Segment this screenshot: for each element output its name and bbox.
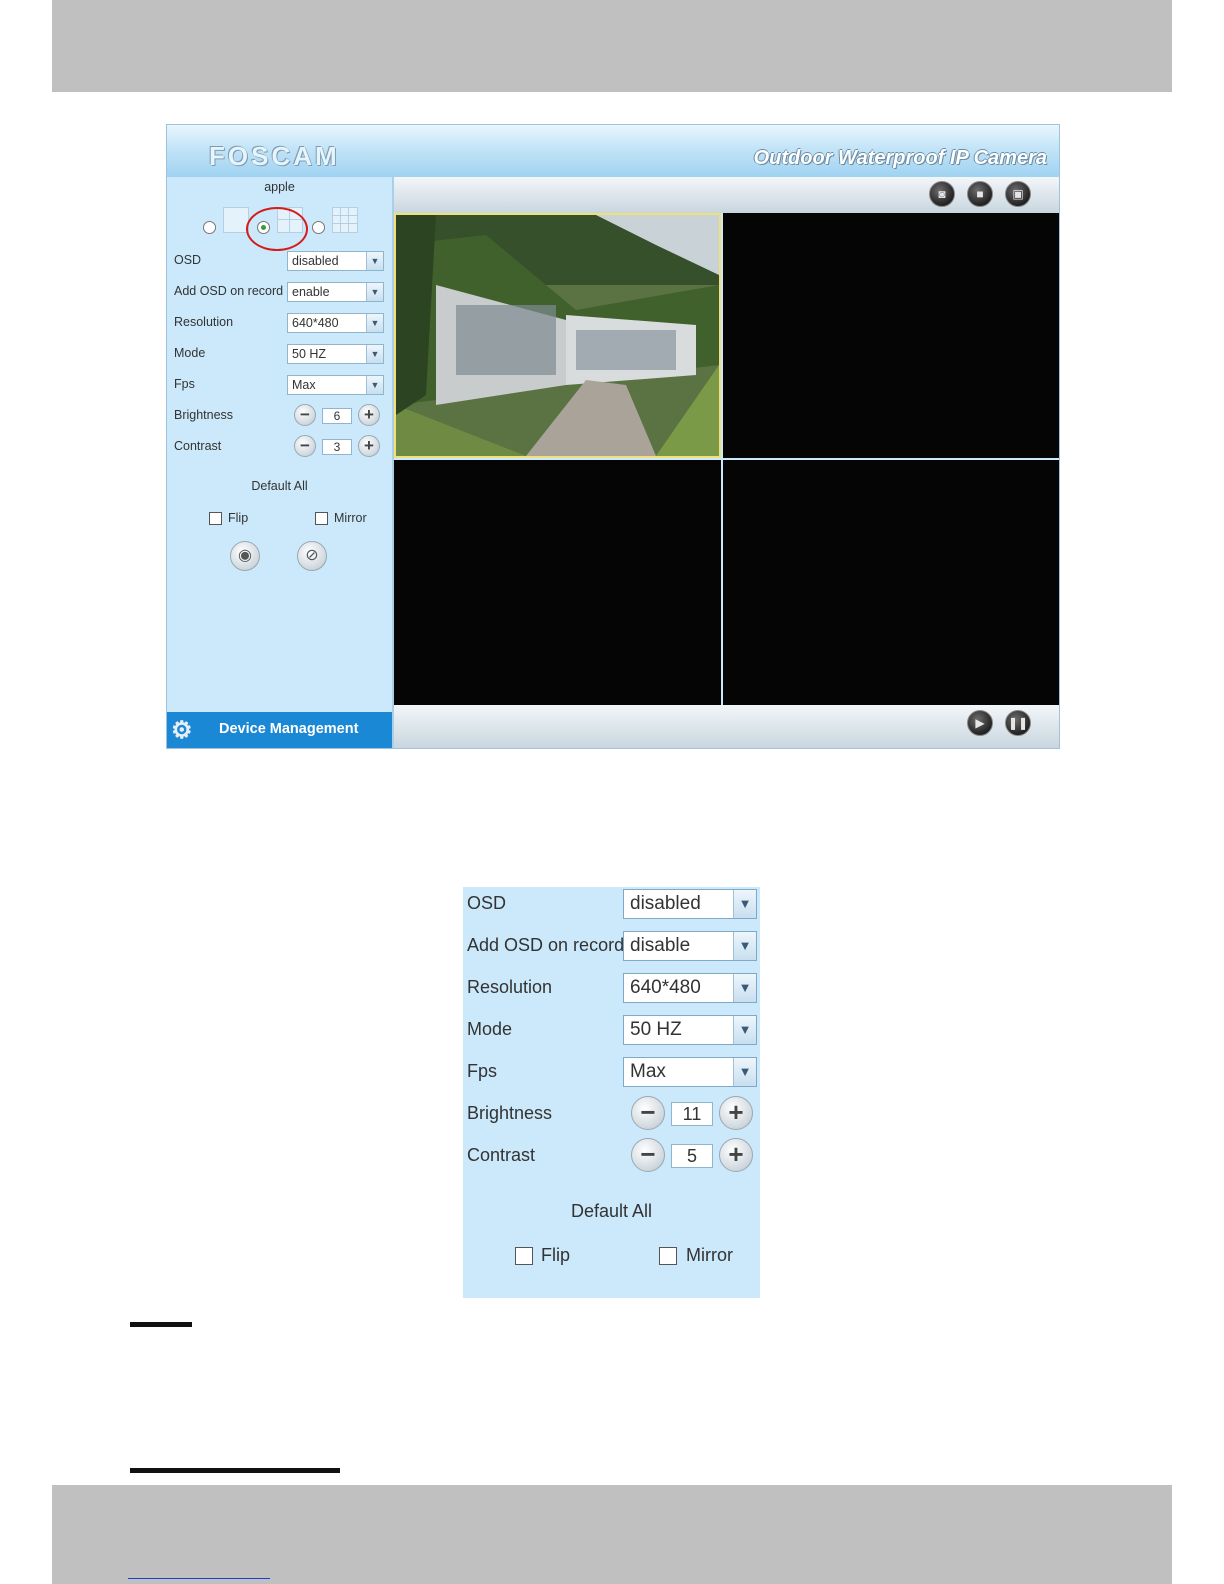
settings-sidebar: apple OSD disabled ▼ Add OSD on record en… bbox=[167, 177, 394, 748]
zoom-contrast-label: Contrast bbox=[467, 1145, 536, 1165]
zoom-brightness-minus-button[interactable]: − bbox=[631, 1096, 665, 1130]
gear-icon: ⚙ bbox=[171, 717, 193, 744]
zoom-add-osd-select[interactable]: disable ▼ bbox=[623, 931, 757, 961]
fps-label: Fps bbox=[174, 377, 195, 391]
video-toolbar-top: ◙ ■ ▣ bbox=[394, 177, 1059, 213]
record-icon[interactable]: ■ bbox=[967, 181, 993, 207]
chevron-down-icon: ▼ bbox=[733, 974, 756, 1002]
mirror-label: Mirror bbox=[334, 511, 367, 525]
zoom-flip-checkbox[interactable] bbox=[515, 1247, 533, 1265]
chevron-down-icon: ▼ bbox=[733, 1058, 756, 1086]
layout-9-icon bbox=[332, 207, 358, 233]
osd-label: OSD bbox=[174, 253, 202, 267]
mode-label: Mode bbox=[174, 346, 206, 360]
chevron-down-icon: ▼ bbox=[733, 1016, 756, 1044]
camera-web-ui: FOSCAM Outdoor Waterproof IP Camera appl… bbox=[166, 124, 1060, 749]
brightness-label: Brightness bbox=[174, 408, 234, 422]
chevron-down-icon: ▼ bbox=[366, 252, 383, 270]
zoom-fps-value: Max bbox=[630, 1061, 666, 1082]
add-osd-label: Add OSD on record bbox=[174, 284, 284, 298]
video-pane-4[interactable] bbox=[723, 460, 1059, 705]
zoom-contrast-plus-button[interactable]: + bbox=[719, 1138, 753, 1172]
chevron-down-icon: ▼ bbox=[733, 932, 756, 960]
zoom-default-all-button[interactable]: Default All bbox=[463, 1201, 760, 1222]
flip-checkbox[interactable] bbox=[209, 512, 222, 525]
zoom-add-osd-value: disable bbox=[630, 935, 691, 956]
brightness-minus-button[interactable]: − bbox=[294, 404, 316, 426]
brightness-plus-button[interactable]: + bbox=[358, 404, 380, 426]
add-osd-value: enable bbox=[292, 285, 330, 299]
chevron-down-icon: ▼ bbox=[733, 890, 756, 918]
device-name: apple bbox=[264, 180, 295, 194]
zoom-mode-value: 50 HZ bbox=[630, 1019, 682, 1040]
pause-icon[interactable]: ❚❚ bbox=[1005, 710, 1031, 736]
zoom-brightness-label: Brightness bbox=[467, 1103, 553, 1123]
video-pane-3[interactable] bbox=[394, 460, 721, 705]
fps-select[interactable]: Max ▼ bbox=[287, 375, 384, 395]
zoomed-settings-panel: OSD disabled ▼ Add OSD on record disable ▼… bbox=[463, 887, 760, 1298]
zoom-osd-select[interactable]: disabled ▼ bbox=[623, 889, 757, 919]
zoom-osd-label: OSD bbox=[467, 893, 507, 913]
page-header-band bbox=[52, 0, 1172, 92]
eye-closed-icon[interactable]: ⊘ bbox=[297, 541, 327, 571]
zoom-resolution-value: 640*480 bbox=[630, 977, 701, 998]
device-management-label: Device Management bbox=[219, 721, 359, 737]
layout-1-radio[interactable] bbox=[203, 221, 216, 234]
osd-value: disabled bbox=[292, 254, 339, 268]
resolution-label: Resolution bbox=[174, 315, 234, 329]
zoom-resolution-select[interactable]: 640*480 ▼ bbox=[623, 973, 757, 1003]
resolution-select[interactable]: 640*480 ▼ bbox=[287, 313, 384, 333]
chevron-down-icon: ▼ bbox=[366, 283, 383, 301]
video-toolbar-bottom: ▶ ❚❚ bbox=[394, 705, 1059, 748]
zoom-brightness-value[interactable]: 11 bbox=[671, 1102, 713, 1126]
chevron-down-icon: ▼ bbox=[366, 314, 383, 332]
zoom-contrast-minus-button[interactable]: − bbox=[631, 1138, 665, 1172]
zoom-mode-label: Mode bbox=[467, 1019, 513, 1039]
mode-select[interactable]: 50 HZ ▼ bbox=[287, 344, 384, 364]
highlight-circle bbox=[246, 207, 308, 251]
brightness-value[interactable]: 6 bbox=[322, 408, 352, 424]
chevron-down-icon: ▼ bbox=[366, 345, 383, 363]
zoom-add-osd-label: Add OSD on record bbox=[467, 935, 625, 955]
mode-value: 50 HZ bbox=[292, 347, 327, 361]
zoom-mode-select[interactable]: 50 HZ ▼ bbox=[623, 1015, 757, 1045]
foscam-logo: FOSCAM bbox=[209, 141, 340, 171]
fps-value: Max bbox=[292, 378, 316, 392]
heading-underline bbox=[130, 1468, 340, 1473]
zoom-brightness-plus-button[interactable]: + bbox=[719, 1096, 753, 1130]
zoom-fps-label: Fps bbox=[467, 1061, 498, 1081]
video-pane-2[interactable] bbox=[723, 213, 1059, 458]
zoom-osd-value: disabled bbox=[630, 893, 701, 914]
heading-underline bbox=[130, 1322, 192, 1327]
device-management-button[interactable]: ⚙ Device Management bbox=[167, 712, 392, 748]
camera-feed-image bbox=[396, 215, 719, 456]
add-osd-select[interactable]: enable ▼ bbox=[287, 282, 384, 302]
snapshot-icon[interactable]: ◙ bbox=[929, 181, 955, 207]
zoom-mirror-label: Mirror bbox=[686, 1245, 733, 1265]
zoom-resolution-label: Resolution bbox=[467, 977, 553, 997]
video-pane-1[interactable] bbox=[394, 213, 721, 458]
flip-label: Flip bbox=[228, 511, 249, 525]
zoom-mirror-checkbox[interactable] bbox=[659, 1247, 677, 1265]
layout-9-radio[interactable] bbox=[312, 221, 325, 234]
contrast-plus-button[interactable]: + bbox=[358, 435, 380, 457]
zoom-contrast-value[interactable]: 5 bbox=[671, 1144, 713, 1168]
eye-open-icon[interactable]: ◉ bbox=[230, 541, 260, 571]
fullscreen-icon[interactable]: ▣ bbox=[1005, 181, 1031, 207]
product-title: Outdoor Waterproof IP Camera bbox=[753, 147, 1047, 169]
footer-link-underline[interactable] bbox=[128, 1566, 270, 1579]
chevron-down-icon: ▼ bbox=[366, 376, 383, 394]
camera-ui-header: FOSCAM Outdoor Waterproof IP Camera bbox=[167, 125, 1059, 177]
zoom-fps-select[interactable]: Max ▼ bbox=[623, 1057, 757, 1087]
osd-select[interactable]: disabled ▼ bbox=[287, 251, 384, 271]
contrast-minus-button[interactable]: − bbox=[294, 435, 316, 457]
mirror-checkbox[interactable] bbox=[315, 512, 328, 525]
contrast-value[interactable]: 3 bbox=[322, 439, 352, 455]
contrast-label: Contrast bbox=[174, 439, 222, 453]
play-icon[interactable]: ▶ bbox=[967, 710, 993, 736]
default-all-button[interactable]: Default All bbox=[167, 479, 392, 493]
resolution-value: 640*480 bbox=[292, 316, 339, 330]
zoom-flip-label: Flip bbox=[541, 1245, 571, 1265]
